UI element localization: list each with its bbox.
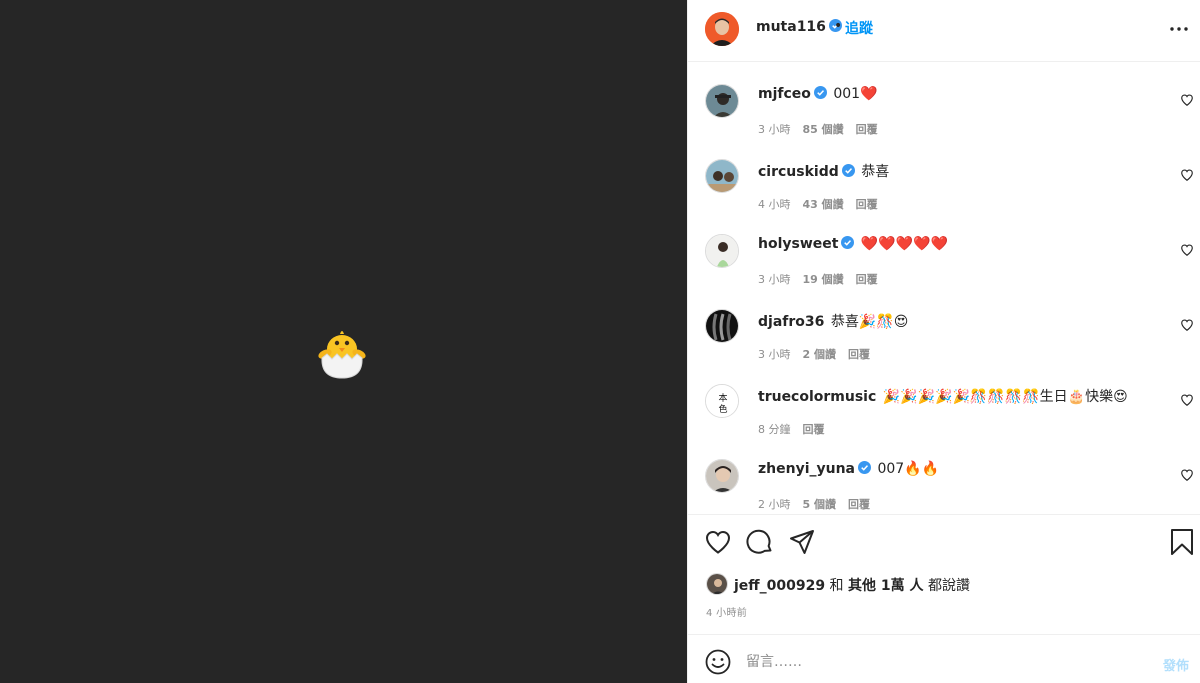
svg-text:本: 本 xyxy=(718,392,727,404)
post-timestamp[interactable]: 4 小時前 xyxy=(706,604,747,619)
liker-avatar[interactable] xyxy=(706,573,728,595)
comment-username[interactable]: holysweet xyxy=(758,236,838,252)
more-options-icon[interactable] xyxy=(1168,20,1190,38)
comment-username[interactable]: djafro36 xyxy=(758,314,824,330)
post-details-panel: muta116 • 追蹤 mjfceo 001❤️ 3 小時85 個讚回覆 xyxy=(687,0,1200,683)
reply-button[interactable]: 回覆 xyxy=(803,423,825,436)
comment-username[interactable]: truecolormusic xyxy=(758,389,876,405)
comment-avatar[interactable] xyxy=(705,159,739,193)
comment-item: 本色 truecolormusic 🎉🎉🎉🎉🎉🎊🎊🎊🎊生日🎂快樂😍 8 分鐘 回覆 xyxy=(688,384,1200,459)
like-comment-heart-icon[interactable] xyxy=(1180,168,1194,182)
comment-likes[interactable]: 19 個讚 xyxy=(803,273,844,286)
save-bookmark-icon[interactable] xyxy=(1168,528,1196,556)
post-comment-button[interactable]: 發佈 xyxy=(1163,655,1189,674)
share-send-icon[interactable] xyxy=(788,528,816,556)
reply-button[interactable]: 回覆 xyxy=(848,348,870,361)
add-comment-bar: 發佈 xyxy=(688,634,1200,683)
comment-username[interactable]: zhenyi_yuna xyxy=(758,461,855,477)
like-comment-heart-icon[interactable] xyxy=(1180,243,1194,257)
comment-item: holysweet ❤️❤️❤️❤️❤️ 3 小時 19 個讚 回覆 xyxy=(688,234,1200,309)
verified-badge-icon xyxy=(813,86,827,99)
comment-likes[interactable]: 5 個讚 xyxy=(803,498,836,511)
comment-likes[interactable]: 85 個讚 xyxy=(803,123,844,136)
comment-item: circuskidd 恭喜 4 小時 43 個讚 回覆 xyxy=(688,159,1200,234)
comment-time[interactable]: 4 小時 xyxy=(758,198,791,211)
post-action-bar xyxy=(688,514,1200,570)
comment-item: zhenyi_yuna 007🔥🔥 2 小時 5 個讚 回覆 xyxy=(688,459,1200,514)
comment-bubble-icon[interactable] xyxy=(746,528,774,556)
comment-time[interactable]: 2 小時 xyxy=(758,498,791,511)
comment-list: mjfceo 001❤️ 3 小時 85 個讚 回覆 circuskidd 恭喜 4… xyxy=(688,62,1200,514)
verified-badge-icon xyxy=(841,236,855,249)
comment-time[interactable]: 8 分鐘 xyxy=(758,423,791,436)
comment-input[interactable] xyxy=(746,647,1126,677)
comment-username[interactable]: circuskidd xyxy=(758,164,839,180)
author-username[interactable]: muta116 xyxy=(756,19,842,35)
comment-text: 恭喜 xyxy=(861,164,890,180)
reply-button[interactable]: 回覆 xyxy=(856,198,878,211)
comment-likes[interactable]: 43 個讚 xyxy=(803,198,844,211)
comment-likes[interactable]: 2 個讚 xyxy=(803,348,836,361)
comment-item: mjfceo 001❤️ 3 小時 85 個讚 回覆 xyxy=(688,84,1200,159)
reply-button[interactable]: 回覆 xyxy=(856,123,878,136)
comment-text: 恭喜🎉🎊😍 xyxy=(830,314,909,330)
comment-text: 007🔥🔥 xyxy=(877,461,940,477)
comment-time[interactable]: 3 小時 xyxy=(758,348,791,361)
like-heart-icon[interactable] xyxy=(704,528,732,556)
verified-badge-icon xyxy=(858,461,872,474)
likes-suffix: 都說讚 xyxy=(927,578,970,594)
post-header: muta116 • 追蹤 xyxy=(688,0,1200,62)
liker-username[interactable]: jeff_000929 xyxy=(734,578,825,594)
author-avatar[interactable] xyxy=(705,12,739,46)
comment-time[interactable]: 3 小時 xyxy=(758,123,791,136)
like-comment-heart-icon[interactable] xyxy=(1180,318,1194,332)
comment-text: 🎉🎉🎉🎉🎉🎊🎊🎊🎊生日🎂快樂😍 xyxy=(882,389,1128,405)
comment-avatar[interactable] xyxy=(705,459,739,493)
likes-connector: 和 xyxy=(829,578,844,594)
comment-avatar[interactable] xyxy=(705,309,739,343)
like-comment-heart-icon[interactable] xyxy=(1180,468,1194,482)
like-comment-heart-icon[interactable] xyxy=(1180,393,1194,407)
comment-text: ❤️❤️❤️❤️❤️ xyxy=(860,236,949,252)
hatching-chick-emoji xyxy=(318,331,366,379)
emoji-picker-icon[interactable] xyxy=(705,649,731,675)
follow-button[interactable]: 追蹤 xyxy=(845,18,873,38)
header-separator: • xyxy=(834,18,843,34)
reply-button[interactable]: 回覆 xyxy=(856,273,878,286)
comment-time[interactable]: 3 小時 xyxy=(758,273,791,286)
comment-avatar[interactable]: 本色 xyxy=(705,384,739,418)
comment-item: djafro36 恭喜🎉🎊😍 3 小時 2 個讚 回覆 xyxy=(688,309,1200,384)
verified-badge-icon xyxy=(841,164,855,177)
reply-button[interactable]: 回覆 xyxy=(848,498,870,511)
comment-username[interactable]: mjfceo xyxy=(758,86,811,102)
likes-others-count[interactable]: 其他 1萬 人 xyxy=(848,578,924,594)
svg-text:色: 色 xyxy=(718,403,727,415)
comment-avatar[interactable] xyxy=(705,234,739,268)
comment-text: 001❤️ xyxy=(833,86,878,102)
like-comment-heart-icon[interactable] xyxy=(1180,93,1194,107)
post-media xyxy=(0,0,687,683)
comment-avatar[interactable] xyxy=(705,84,739,118)
